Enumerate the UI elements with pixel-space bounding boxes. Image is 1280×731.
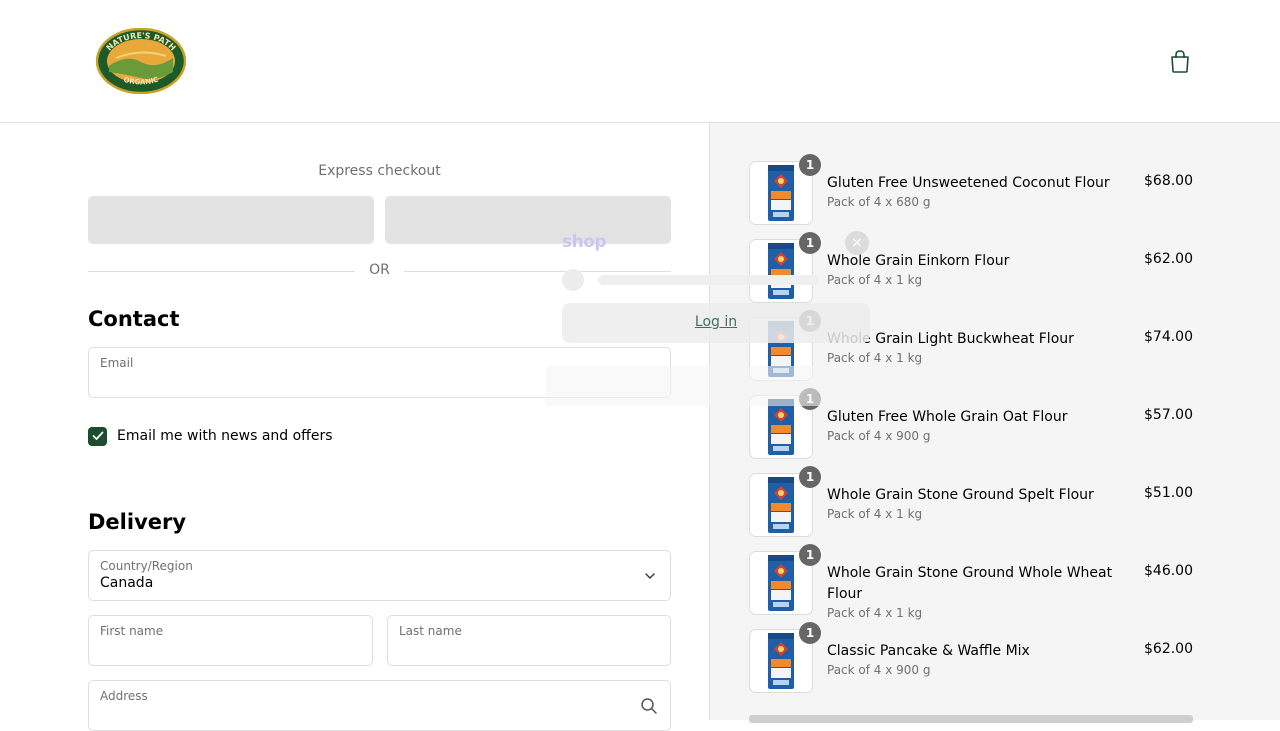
popup-footer: [546, 366, 886, 406]
product-variant: Pack of 4 x 900 g: [827, 663, 931, 677]
order-summary: 1 Gluten Free Unsweetened Coconut Flour Pa…: [709, 123, 1280, 723]
last-name-label: Last name: [399, 624, 462, 638]
quantity-badge: 1: [799, 544, 821, 566]
product-name: Whole Grain Stone Ground Spelt Flour: [827, 487, 1094, 503]
product-thumbnail: 1: [749, 622, 821, 693]
product-variant: Pack of 4 x 900 g: [827, 429, 931, 443]
product-price: $46.00: [1144, 563, 1193, 579]
quantity-badge: 1: [799, 466, 821, 488]
natures-path-logo[interactable]: NATURE'S PATH ORGANIC: [95, 27, 187, 95]
express-pay-button-1[interactable]: [88, 196, 374, 244]
shop-login-popup: shop × Log in: [546, 228, 886, 408]
last-name-field[interactable]: Last name: [387, 615, 671, 666]
country-value: Canada: [100, 575, 154, 591]
loading-placeholder: [598, 275, 819, 285]
product-price: $74.00: [1144, 329, 1193, 345]
shop-login-button[interactable]: Log in: [562, 303, 870, 343]
address-field[interactable]: Address: [88, 680, 671, 731]
product-price: $57.00: [1144, 407, 1193, 423]
or-label: OR: [369, 262, 390, 278]
country-select[interactable]: Country/Region Canada: [88, 550, 671, 601]
quantity-badge: 1: [799, 622, 821, 644]
country-label: Country/Region: [100, 559, 193, 573]
first-name-label: First name: [100, 624, 164, 638]
quantity-badge: 1: [799, 154, 821, 176]
express-checkout-title: Express checkout: [318, 163, 441, 179]
cart-item: 1 Gluten Free Unsweetened Coconut Flour Pa…: [749, 154, 1193, 225]
cart-item: 1 Classic Pancake & Waffle Mix Pack of 4 x…: [749, 622, 1193, 693]
news-offers-option[interactable]: Email me with news and offers: [88, 426, 333, 446]
first-name-field[interactable]: First name: [88, 615, 373, 666]
product-price: $51.00: [1144, 485, 1193, 501]
product-variant: Pack of 4 x 1 kg: [827, 606, 923, 620]
shop-logo: shop: [562, 232, 607, 252]
summary-divider: [749, 715, 1193, 723]
shopping-bag-icon[interactable]: [1168, 48, 1192, 74]
product-variant: Pack of 4 x 680 g: [827, 195, 931, 209]
checkmark-icon: [92, 431, 103, 440]
checkout-form-column: Express checkout OR Contact Email Email …: [0, 123, 710, 731]
checkout-header: NATURE'S PATH ORGANIC: [0, 0, 1280, 123]
cart-item: 1 Whole Grain Stone Ground Spelt Flour Pac…: [749, 466, 1193, 537]
product-price: $62.00: [1144, 251, 1193, 267]
close-icon[interactable]: ×: [845, 231, 869, 255]
delivery-title: Delivery: [88, 510, 187, 534]
news-offers-label: Email me with news and offers: [117, 428, 333, 444]
news-offers-checkbox[interactable]: [88, 426, 107, 446]
product-price: $68.00: [1144, 173, 1193, 189]
search-icon[interactable]: [640, 697, 658, 715]
cart-item: 1 Whole Grain Stone Ground Whole Wheat Fl…: [749, 544, 1193, 620]
product-name: Gluten Free Whole Grain Oat Flour: [827, 409, 1068, 425]
product-thumbnail: 1: [749, 544, 821, 615]
product-name: Gluten Free Unsweetened Coconut Flour: [827, 175, 1110, 191]
logo-badge: NATURE'S PATH ORGANIC: [95, 27, 187, 95]
address-label: Address: [100, 689, 148, 703]
product-variant: Pack of 4 x 1 kg: [827, 507, 923, 521]
divider-line: [88, 271, 355, 272]
email-label: Email: [100, 356, 134, 370]
product-name: Whole Grain Stone Ground Whole Wheat Flo…: [827, 565, 1113, 602]
avatar-placeholder: [562, 269, 584, 291]
product-thumbnail: 1: [749, 154, 821, 225]
contact-title: Contact: [88, 307, 180, 331]
chevron-down-icon: [645, 573, 655, 579]
product-thumbnail: 1: [749, 466, 821, 537]
product-name: Classic Pancake & Waffle Mix: [827, 643, 1030, 659]
product-price: $62.00: [1144, 641, 1193, 657]
